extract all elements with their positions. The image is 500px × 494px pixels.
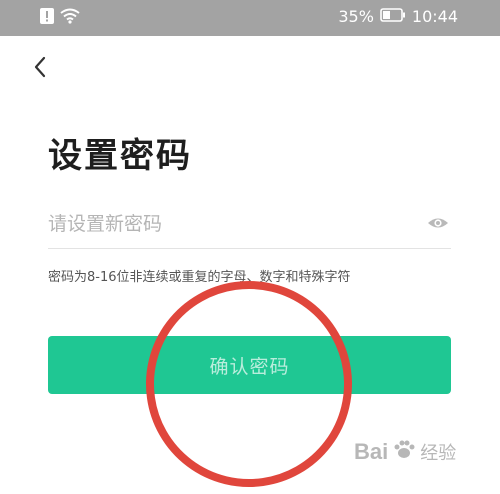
paw-icon [392, 438, 416, 466]
confirm-password-button[interactable]: 确认密码 [48, 336, 451, 394]
page-title: 设置密码 [48, 136, 192, 176]
baidu-watermark: Bai 经验 [354, 438, 456, 466]
password-visibility-toggle[interactable] [427, 212, 449, 234]
password-input[interactable] [48, 206, 408, 242]
status-bar: 35% 10:44 [0, 0, 500, 36]
wifi-icon [60, 8, 80, 28]
back-button[interactable] [28, 54, 52, 80]
battery-icon [380, 7, 406, 26]
chevron-left-icon [34, 56, 46, 78]
watermark-suffix: 经验 [420, 443, 457, 464]
password-hint: 密码为8-16位非连续或重复的字母、数字和特殊字符 [48, 270, 351, 285]
annotation-circle [146, 281, 352, 487]
status-right: 35% 10:44 [338, 7, 458, 26]
alert-icon [40, 8, 54, 28]
watermark-brand: Bai [354, 439, 389, 464]
status-time: 10:44 [411, 7, 458, 26]
input-underline [48, 248, 451, 249]
status-left [40, 8, 80, 28]
battery-percent: 35% [338, 7, 374, 26]
eye-icon [428, 218, 448, 228]
